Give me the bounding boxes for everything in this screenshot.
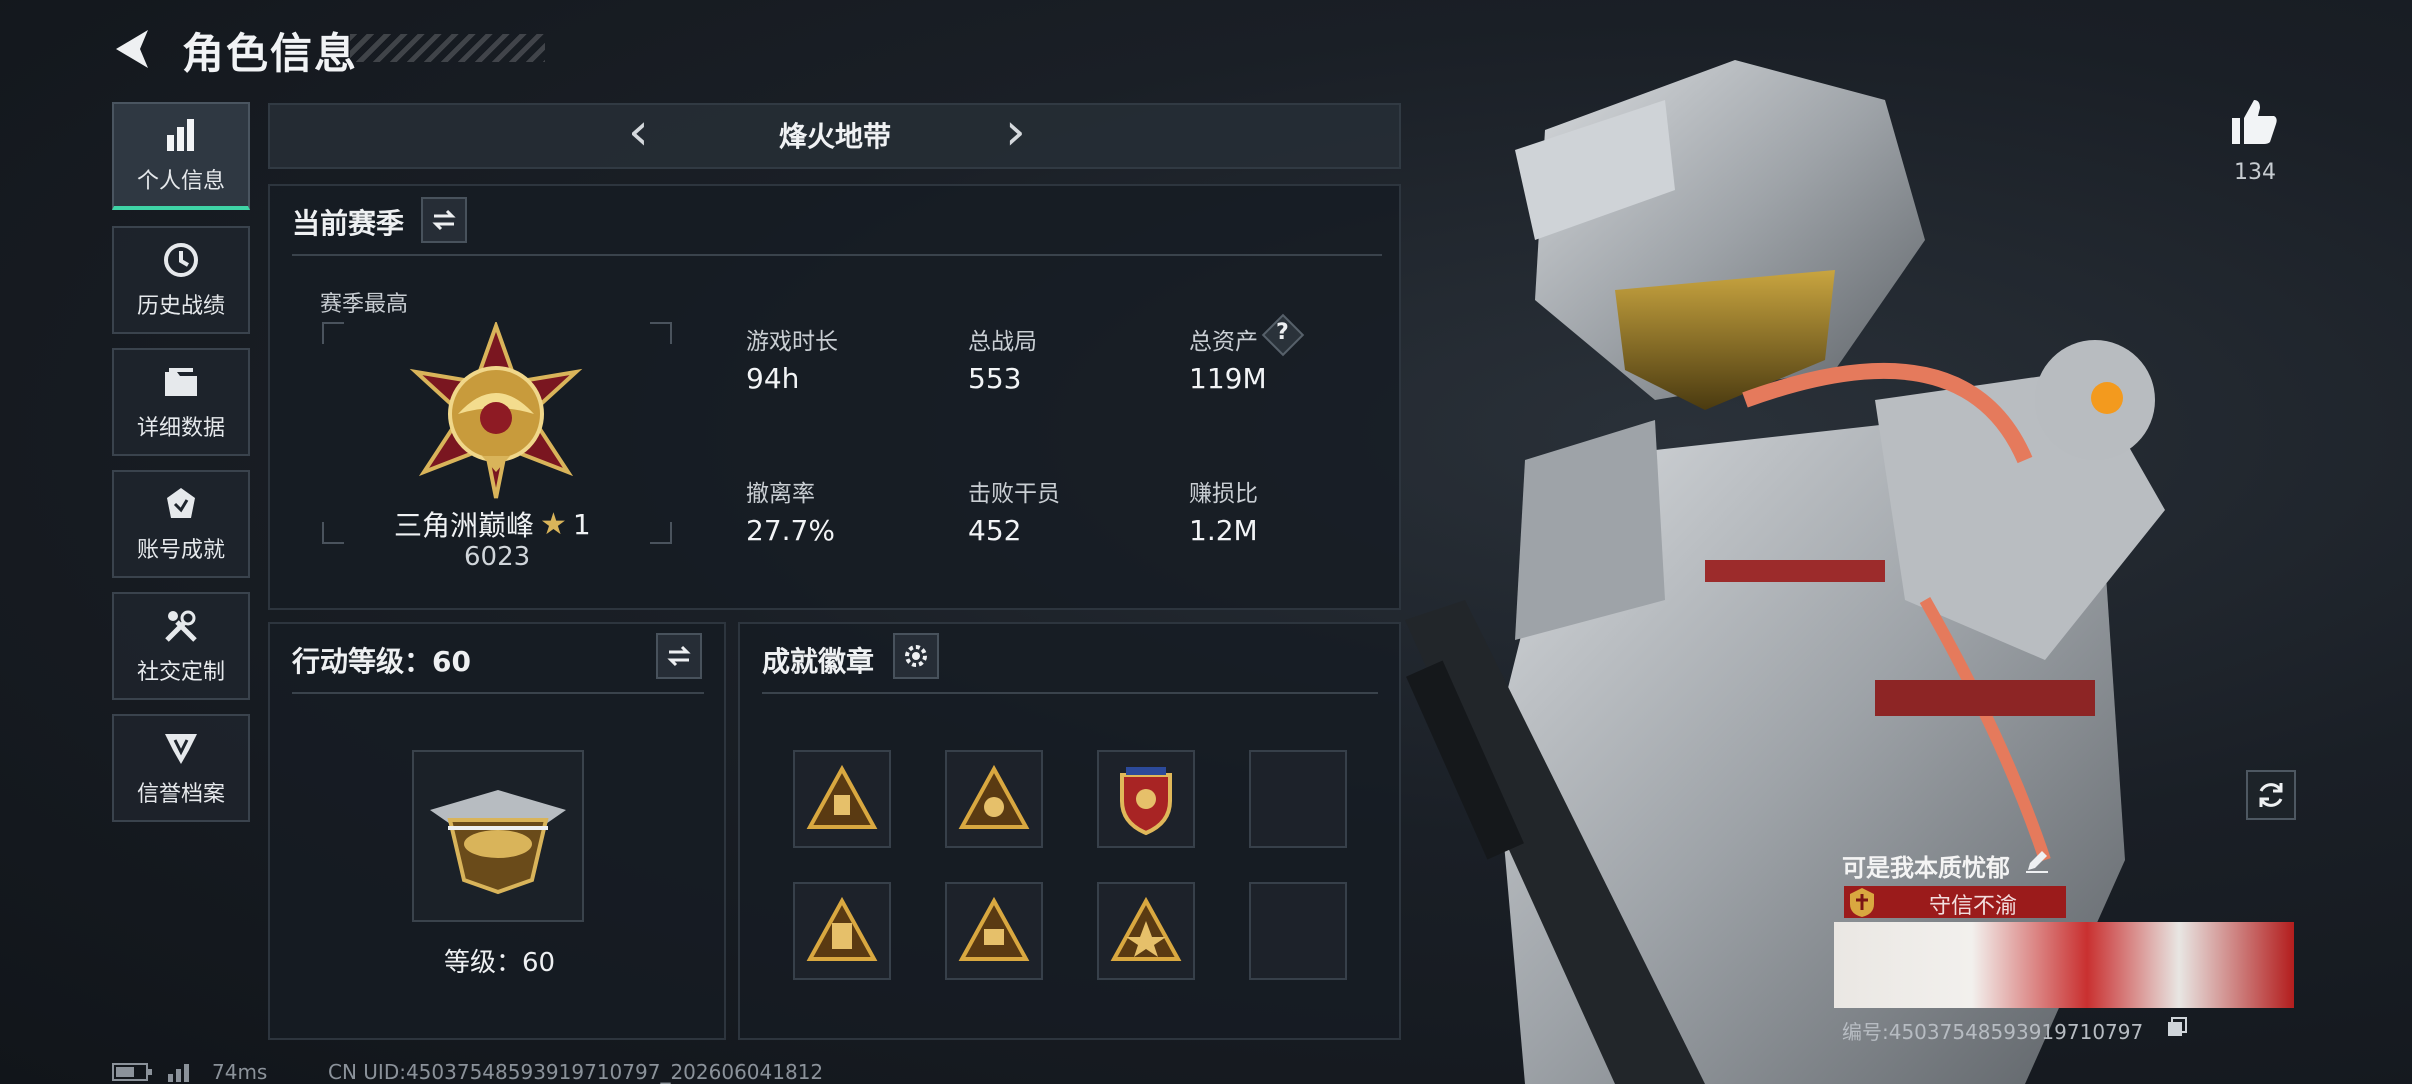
- frame-corner: [322, 322, 344, 344]
- reputation-icon: [165, 734, 197, 764]
- battery-icon: [112, 1063, 152, 1081]
- rank-stars: 1: [572, 507, 591, 541]
- sidebar-item-personal-info[interactable]: 个人信息: [112, 102, 250, 210]
- help-icon[interactable]: ?: [1276, 320, 1289, 345]
- rank-line: 三角洲巅峰 ★ 1: [394, 504, 591, 544]
- season-best-label: 赛季最高: [320, 292, 409, 317]
- season-switch-button[interactable]: [421, 197, 467, 243]
- swap-icon: [432, 209, 456, 231]
- sidebar-item-label: 个人信息: [136, 169, 225, 194]
- player-id: 编号:4503754859391971079​7: [1842, 1020, 2144, 1044]
- stat-label-playtime: 游戏时长: [746, 329, 838, 355]
- badge-slot-5[interactable]: [793, 882, 891, 980]
- copy-icon[interactable]: [2166, 1016, 2188, 1038]
- mode-next-icon[interactable]: ›: [1005, 106, 1026, 158]
- triangle-badge-icon: [1110, 896, 1182, 961]
- stat-label-profit-loss: 赚损比: [1189, 481, 1258, 507]
- page-title: 角色信息: [182, 29, 359, 78]
- name-card-banner: [1834, 922, 2294, 1008]
- triangle-badge-icon: [958, 764, 1030, 829]
- action-level-title: 行动等级：60: [292, 645, 471, 678]
- stat-value-profit-loss: 1.2M: [1189, 514, 1258, 547]
- season-divider: [292, 254, 1382, 256]
- badge-slot-empty[interactable]: [1249, 882, 1347, 980]
- bar-chart-icon: [167, 119, 194, 151]
- triangle-badge-icon: [806, 896, 878, 961]
- sidebar-item-label: 账号成就: [136, 538, 225, 563]
- reputation-title: 守信不渝: [1928, 894, 2017, 919]
- level-text: 等级：60: [444, 948, 556, 978]
- badge-slot-6[interactable]: [945, 882, 1043, 980]
- refresh-icon: [2259, 783, 2283, 807]
- helicopter-emblem-icon: [430, 790, 566, 895]
- triangle-badge-icon: [958, 896, 1030, 961]
- edit-pencil-icon[interactable]: [2024, 848, 2050, 874]
- tools-icon: [165, 610, 197, 642]
- stat-label-operators-defeated: 击败干员: [968, 481, 1060, 507]
- sidebar-item-reputation[interactable]: 信誉档案: [112, 714, 250, 822]
- reputation-badge-icon: [1850, 888, 1874, 917]
- badge-slot-2[interactable]: [945, 750, 1043, 848]
- player-name: 可是我本质忧郁: [1842, 854, 2010, 882]
- swap-icon: [667, 645, 691, 667]
- mode-prev-icon[interactable]: ‹: [628, 106, 649, 158]
- stat-label-total-assets: 总资产: [1189, 329, 1258, 355]
- badge-slot-empty[interactable]: [1249, 750, 1347, 848]
- rank-star-icon: ★: [540, 506, 567, 542]
- triangle-badge-icon: [806, 764, 878, 829]
- stat-value-total-assets: 119M: [1189, 362, 1267, 395]
- rank-emblem-icon: [409, 322, 583, 499]
- sidebar-item-label: 历史战绩: [136, 294, 225, 319]
- badge-slot-1[interactable]: [793, 750, 891, 848]
- uid-text: CN UID:4503754859391971079​7_20260604181…: [328, 1060, 824, 1084]
- stat-value-playtime: 94h: [746, 362, 800, 395]
- rank-score: 6023: [464, 542, 531, 572]
- gear-icon: [905, 645, 927, 667]
- frame-corner: [650, 522, 672, 544]
- season-title: 当前赛季: [292, 207, 405, 240]
- shield-badge-icon: [1120, 767, 1172, 836]
- ping-text: 74ms: [212, 1060, 268, 1084]
- history-clock-icon: [164, 243, 198, 277]
- stat-label-total-matches: 总战局: [968, 329, 1037, 355]
- sidebar-item-achievements[interactable]: 账号成就: [112, 470, 250, 578]
- signal-icon: [168, 1064, 189, 1082]
- badge-slot-7[interactable]: [1097, 882, 1195, 980]
- achievement-icon: [167, 488, 195, 518]
- thumbs-up-icon[interactable]: [2228, 96, 2280, 148]
- sidebar-item-social-custom[interactable]: 社交定制: [112, 592, 250, 700]
- action-level-divider: [292, 692, 704, 694]
- folder-icon: [165, 368, 197, 396]
- title-decoration: [350, 34, 545, 62]
- mode-title: 烽火地带: [778, 120, 891, 153]
- sidebar-item-label: 详细数据: [136, 416, 225, 441]
- badge-slot-3[interactable]: [1097, 750, 1195, 848]
- badges-divider: [762, 692, 1378, 694]
- sidebar-item-label: 社交定制: [136, 660, 225, 685]
- sidebar-item-history[interactable]: 历史战绩: [112, 226, 250, 334]
- frame-corner: [650, 322, 672, 344]
- sidebar-item-label: 信誉档案: [136, 782, 225, 807]
- action-level-switch-button[interactable]: [656, 633, 702, 679]
- rank-name: 三角洲巅峰: [394, 509, 535, 542]
- like-count: 134: [2234, 160, 2276, 185]
- refresh-button[interactable]: [2246, 770, 2296, 820]
- back-arrow-icon[interactable]: [108, 26, 158, 72]
- stat-value-total-matches: 553: [968, 362, 1022, 395]
- sidebar-item-detail-data[interactable]: 详细数据: [112, 348, 250, 456]
- stat-value-operators-defeated: 452: [968, 514, 1022, 547]
- badges-title: 成就徽章: [762, 645, 875, 678]
- badges-settings-button[interactable]: [893, 633, 939, 679]
- stat-value-extraction-rate: 27.7%: [746, 514, 835, 547]
- frame-corner: [322, 522, 344, 544]
- stat-label-extraction-rate: 撤离率: [746, 481, 815, 507]
